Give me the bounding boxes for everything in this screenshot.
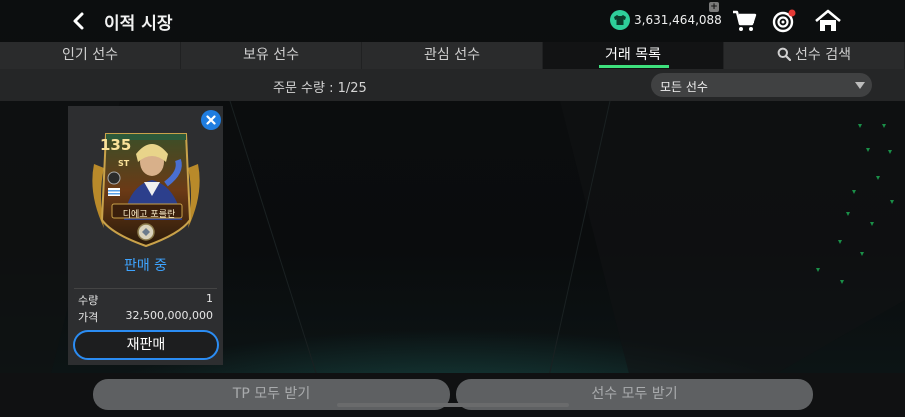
player-position: ST [118,159,130,168]
tab-popular-players[interactable]: 인기 선수 [0,42,181,69]
tab-watchlist[interactable]: 관심 선수 [362,42,543,69]
price-label: 가격 [78,311,99,324]
tab-player-search[interactable]: 선수 검색 [724,42,905,69]
tab-label: 보유 선수 [243,47,299,63]
filter-selected-value: 모든 선수 [660,80,708,94]
target-icon[interactable] [771,9,797,33]
chevron-down-icon [855,82,865,89]
quantity-label: 수량 [78,294,99,307]
currency-display[interactable]: 3,631,464,088 [610,10,722,30]
add-currency-button[interactable]: + [709,2,719,12]
tab-trade-list[interactable]: 거래 목록 [543,42,724,69]
tab-label: 인기 선수 [62,47,118,63]
divider [74,288,217,289]
tab-bar: 인기 선수 보유 선수 관심 선수 거래 목록 선수 검색 [0,42,905,69]
coin-shirt-icon [610,10,630,30]
listing-card: 135 ST 디에고 포를란 판매 중 수량 1 가격 32,500,000,0… [68,106,223,365]
close-icon[interactable] [201,110,221,130]
tab-label: 관심 선수 [424,47,480,63]
active-tab-indicator [599,65,669,68]
price-value: 32,500,000,000 [125,309,213,322]
player-overall: 135 [100,136,132,154]
bottom-action-bar: TP 모두 받기 선수 모두 받기 [0,373,905,417]
player-name: 디에고 포를란 [122,210,176,220]
home-icon[interactable] [814,9,842,33]
top-header: 이적 시장 3,631,464,088 + [0,0,905,42]
tab-label: 거래 목록 [605,47,661,63]
page-title: 이적 시장 [104,14,173,34]
home-indicator[interactable] [337,403,569,407]
order-count: 주문 수량 : 1/25 [273,81,367,96]
back-arrow-icon[interactable] [68,10,90,32]
tab-label: 선수 검색 [795,47,851,63]
quantity-value: 1 [206,292,213,305]
resell-button[interactable]: 재판매 [73,330,219,360]
currency-value: 3,631,464,088 [634,13,722,27]
player-filter-dropdown[interactable]: 모든 선수 [651,73,872,97]
tab-owned-players[interactable]: 보유 선수 [181,42,362,69]
cart-icon[interactable] [731,9,757,33]
search-icon [777,47,791,61]
listing-status: 판매 중 [123,258,168,274]
